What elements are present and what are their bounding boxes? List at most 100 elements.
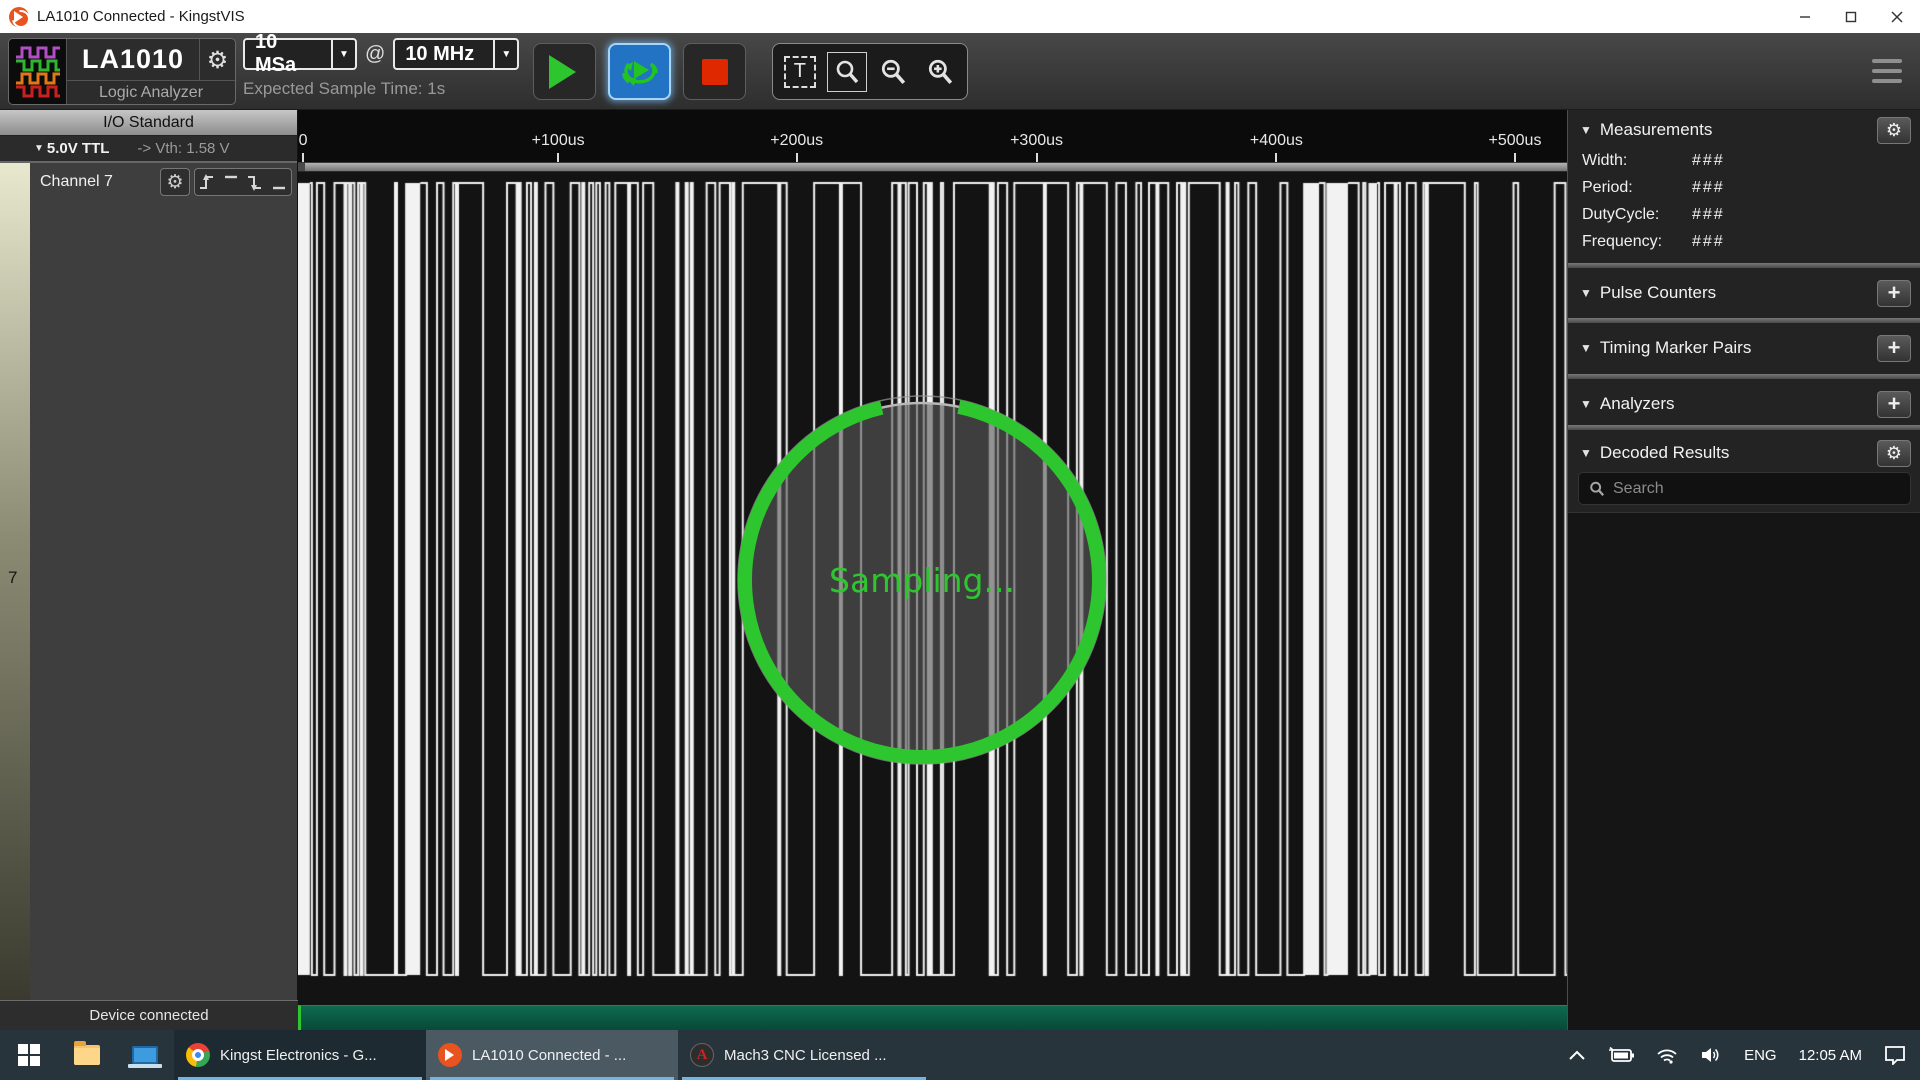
decoded-results-search-input[interactable]: Search [1578, 472, 1911, 505]
vth-value: -> Vth: 1.58 V [137, 140, 229, 157]
ruler-tick-mark [557, 153, 559, 162]
folder-icon [74, 1045, 100, 1065]
sampling-label: Sampling... [737, 395, 1107, 765]
sample-count-dropdown[interactable]: 10 MSa ▼ [243, 38, 357, 70]
ruler-tick-mark [796, 153, 798, 162]
ruler-tick-label: +100us [532, 132, 585, 150]
sampling-progress-overlay: Sampling... [737, 395, 1107, 765]
caret-down-icon: ▼ [1580, 446, 1592, 460]
logic-waves-icon [9, 39, 67, 104]
ruler-tick-mark [1514, 153, 1516, 162]
decoded-results-header[interactable]: ▼ Decoded Results ⚙ [1568, 435, 1920, 471]
chevron-down-icon[interactable]: ▼ [493, 40, 517, 68]
magnifier-icon [834, 59, 860, 85]
zoom-select-tool-button[interactable] [827, 52, 867, 92]
sample-rate-value: 10 MHz [395, 43, 493, 66]
speaker-icon[interactable] [1700, 1046, 1722, 1064]
measurements-settings-gear-icon[interactable]: ⚙ [1877, 117, 1911, 144]
decoded-results-title: Decoded Results [1600, 443, 1877, 463]
repeated-capture-button[interactable] [608, 43, 671, 100]
zoom-in-icon [926, 58, 954, 86]
tray-chevron-up-icon[interactable] [1568, 1049, 1586, 1061]
start-button[interactable] [0, 1030, 58, 1080]
file-explorer-button[interactable] [58, 1030, 116, 1080]
channel-label: Channel 7 [40, 173, 160, 191]
channel-settings-gear-icon[interactable]: ⚙ [160, 168, 190, 196]
language-indicator[interactable]: ENG [1744, 1047, 1777, 1064]
add-analyzer-button[interactable]: + [1877, 391, 1911, 418]
windows-logo-icon [18, 1044, 40, 1066]
ruler-tick-label: +500us [1489, 132, 1542, 150]
task-label: LA1010 Connected - ... [472, 1047, 626, 1064]
trigger-high-level-icon[interactable] [219, 169, 243, 195]
measurements-header[interactable]: ▼ Measurements ⚙ [1568, 112, 1920, 148]
device-settings-gear-icon[interactable]: ⚙ [199, 39, 235, 80]
caret-down-icon: ▼ [1580, 123, 1592, 137]
trigger-rising-edge-icon[interactable] [195, 169, 219, 195]
analyzers-header[interactable]: ▼ Analyzers + [1568, 386, 1920, 422]
taskbar-task-mach3[interactable]: A Mach3 CNC Licensed ... [678, 1030, 930, 1080]
zoom-out-icon [879, 58, 907, 86]
analyzers-title: Analyzers [1600, 394, 1877, 414]
battery-charging-icon[interactable] [1608, 1047, 1634, 1063]
horizontal-scrollbar[interactable] [298, 162, 1567, 172]
minimize-button[interactable] [1782, 0, 1828, 33]
stop-icon [702, 59, 728, 85]
sample-config: 10 MSa ▼ @ 10 MHz ▼ Expected Sample Time… [243, 38, 519, 99]
windows-taskbar: Kingst Electronics - G... LA1010 Connect… [0, 1030, 1920, 1080]
kingstvis-icon [438, 1043, 462, 1067]
time-ruler[interactable]: 0+100us+200us+300us+400us+500us [298, 110, 1567, 162]
measurements-title: Measurements [1600, 120, 1877, 140]
taskbar-task-kingstvis[interactable]: LA1010 Connected - ... [426, 1030, 678, 1080]
ruler-tick-mark [1275, 153, 1277, 162]
io-standard-header[interactable]: I/O Standard [0, 110, 297, 136]
expected-sample-time: Expected Sample Time: 1s [243, 79, 519, 99]
device-subtitle: Logic Analyzer [67, 80, 235, 104]
waveform-view[interactable]: Sampling... [298, 172, 1567, 1005]
side-panel: ▼ Measurements ⚙ Width:### Period:### Du… [1567, 110, 1920, 1030]
measurement-row: Width:### [1582, 152, 1912, 178]
titlebar: LA1010 Connected - KingstVIS [0, 0, 1920, 33]
menu-hamburger-icon[interactable] [1872, 59, 1902, 89]
start-capture-button[interactable] [533, 43, 596, 100]
loop-play-icon [618, 52, 662, 92]
text-select-tool-button[interactable]: T [780, 52, 820, 92]
timing-marker-pairs-title: Timing Marker Pairs [1600, 338, 1877, 358]
close-button[interactable] [1874, 0, 1920, 33]
search-placeholder: Search [1613, 480, 1664, 498]
search-icon [1589, 481, 1605, 497]
pulse-counters-header[interactable]: ▼ Pulse Counters + [1568, 275, 1920, 311]
clock[interactable]: 12:05 AM [1799, 1047, 1862, 1064]
app-window: LA1010 Connected - KingstVIS LA1010 ⚙ [0, 0, 1920, 1080]
caret-down-icon: ▼ [34, 143, 44, 154]
pc-app-button[interactable] [116, 1030, 174, 1080]
section-divider [1568, 374, 1920, 379]
taskbar-task-chrome[interactable]: Kingst Electronics - G... [174, 1030, 426, 1080]
timing-marker-pairs-header[interactable]: ▼ Timing Marker Pairs + [1568, 330, 1920, 366]
zoom-out-button[interactable] [873, 52, 913, 92]
trigger-low-level-icon[interactable] [267, 169, 291, 195]
device-name: LA1010 [67, 44, 199, 75]
view-tools-group: T [772, 43, 968, 100]
sample-rate-dropdown[interactable]: 10 MHz ▼ [393, 38, 519, 70]
add-pulse-counter-button[interactable]: + [1877, 280, 1911, 307]
trigger-falling-edge-icon[interactable] [243, 169, 267, 195]
zoom-in-button[interactable] [920, 52, 960, 92]
section-divider [1568, 425, 1920, 430]
decoded-results-settings-gear-icon[interactable]: ⚙ [1877, 440, 1911, 467]
action-center-icon[interactable] [1884, 1045, 1906, 1065]
ruler-tick-label: +300us [1010, 132, 1063, 150]
pulse-counters-title: Pulse Counters [1600, 283, 1877, 303]
task-label: Mach3 CNC Licensed ... [724, 1047, 887, 1064]
channel-row[interactable]: Channel 7 ⚙ [30, 163, 298, 201]
maximize-button[interactable] [1828, 0, 1874, 33]
caret-down-icon: ▼ [1580, 397, 1592, 411]
play-icon [549, 55, 593, 89]
voltage-standard-row[interactable]: ▼ 5.0V TTL -> Vth: 1.58 V [0, 136, 297, 163]
mach3-icon: A [690, 1043, 714, 1067]
ruler-tick-label: 0 [299, 132, 308, 150]
stop-capture-button[interactable] [683, 43, 746, 100]
chevron-down-icon[interactable]: ▼ [331, 40, 355, 68]
wifi-icon[interactable] [1656, 1047, 1678, 1064]
add-timing-marker-button[interactable]: + [1877, 335, 1911, 362]
